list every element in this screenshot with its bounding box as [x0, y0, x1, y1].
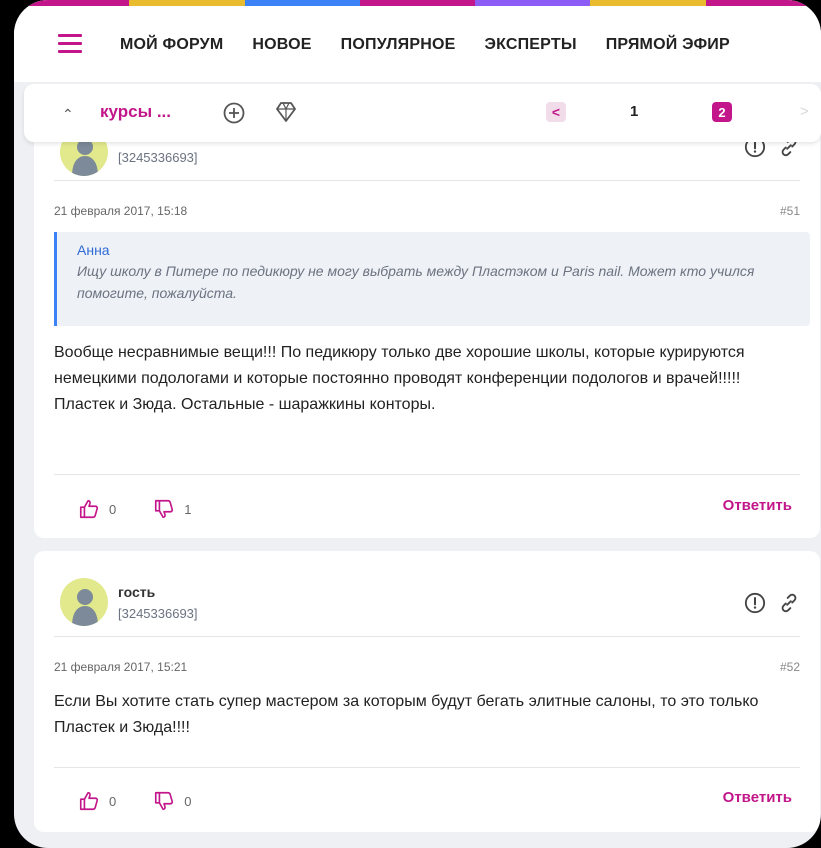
link-icon[interactable]: [778, 592, 800, 614]
user-id: [3245336693]: [118, 606, 198, 621]
quote-block: Анна Ищу школу в Питере по педикюру не м…: [54, 232, 810, 326]
dislike-count: 1: [184, 501, 192, 517]
divider: [54, 474, 800, 475]
divider: [54, 767, 800, 768]
avatar: [60, 578, 108, 626]
post-number[interactable]: #51: [780, 204, 800, 218]
like-button[interactable]: 0: [78, 498, 116, 520]
report-icon[interactable]: [744, 592, 766, 614]
post-date: 21 февраля 2017, 15:18: [54, 204, 188, 218]
diamond-icon[interactable]: [274, 100, 298, 124]
user-silhouette-icon: [72, 589, 98, 626]
divider: [54, 180, 800, 181]
post-meta: 21 февраля 2017, 15:21 #52: [54, 660, 800, 674]
post-number[interactable]: #52: [780, 660, 800, 674]
dislike-button[interactable]: 1: [153, 498, 191, 520]
quote-author: Анна: [77, 242, 110, 258]
nav-item-experts[interactable]: ЭКСПЕРТЫ: [485, 36, 577, 54]
thumbs-down-icon: [155, 791, 174, 811]
chevron-up-icon[interactable]: ⌃: [62, 106, 74, 123]
post-text: Вообще несравнимые вещи!!! По педикюру т…: [54, 344, 745, 413]
page-1-link[interactable]: 1: [630, 103, 638, 120]
like-count: 0: [109, 793, 117, 809]
post-date: 21 февраля 2017, 15:21: [54, 660, 188, 674]
reply-button[interactable]: Ответить: [723, 789, 792, 806]
reply-button[interactable]: Ответить: [723, 497, 792, 514]
topic-title[interactable]: курсы ...: [100, 102, 171, 122]
like-count: 0: [109, 501, 117, 517]
nav-item-popular[interactable]: ПОПУЛЯРНОЕ: [341, 36, 456, 54]
dislike-button[interactable]: 0: [153, 790, 191, 812]
hamburger-menu-icon[interactable]: [58, 34, 82, 53]
page-2-current[interactable]: 2: [712, 102, 732, 122]
post-text: Если Вы хотите стать супер мастером за к…: [54, 693, 759, 736]
nav-item-new[interactable]: НОВОЕ: [252, 36, 311, 54]
divider: [54, 636, 800, 637]
vote-bar: 0 1: [78, 498, 218, 520]
thumbs-up-icon: [79, 499, 99, 519]
dislike-count: 0: [184, 793, 192, 809]
page-next-button[interactable]: >: [800, 103, 809, 120]
vote-bar: 0 0: [78, 790, 218, 812]
post-meta: 21 февраля 2017, 15:18 #51: [54, 204, 800, 218]
nav-item-my-forum[interactable]: МОЙ ФОРУМ: [120, 36, 223, 54]
nav-item-live[interactable]: ПРЯМОЙ ЭФИР: [606, 36, 730, 54]
color-strip: [14, 0, 821, 6]
post-card: гость [3245336693] 21 февраля 2017, 15:2…: [34, 551, 820, 832]
post-card: [3245336693] 21 февраля 2017, 15:18 #51 …: [34, 100, 820, 538]
author-name[interactable]: гость: [118, 584, 155, 600]
main-nav: МОЙ ФОРУМ НОВОЕ ПОПУЛЯРНОЕ ЭКСПЕРТЫ ПРЯМ…: [120, 36, 730, 54]
topic-bar: ⌃ курсы ... < 1 2 >: [24, 84, 821, 142]
thumbs-up-icon: [79, 791, 99, 811]
user-id: [3245336693]: [118, 150, 198, 165]
like-button[interactable]: 0: [78, 790, 116, 812]
top-navbar: МОЙ ФОРУМ НОВОЕ ПОПУЛЯРНОЕ ЭКСПЕРТЫ ПРЯМ…: [14, 0, 821, 82]
thumbs-down-icon: [155, 499, 174, 519]
page-prev-button[interactable]: <: [546, 102, 566, 122]
add-circle-icon[interactable]: [222, 101, 246, 125]
quote-text: Ищу школу в Питере по педикюру не могу в…: [77, 263, 755, 301]
screen: МОЙ ФОРУМ НОВОЕ ПОПУЛЯРНОЕ ЭКСПЕРТЫ ПРЯМ…: [14, 0, 821, 848]
